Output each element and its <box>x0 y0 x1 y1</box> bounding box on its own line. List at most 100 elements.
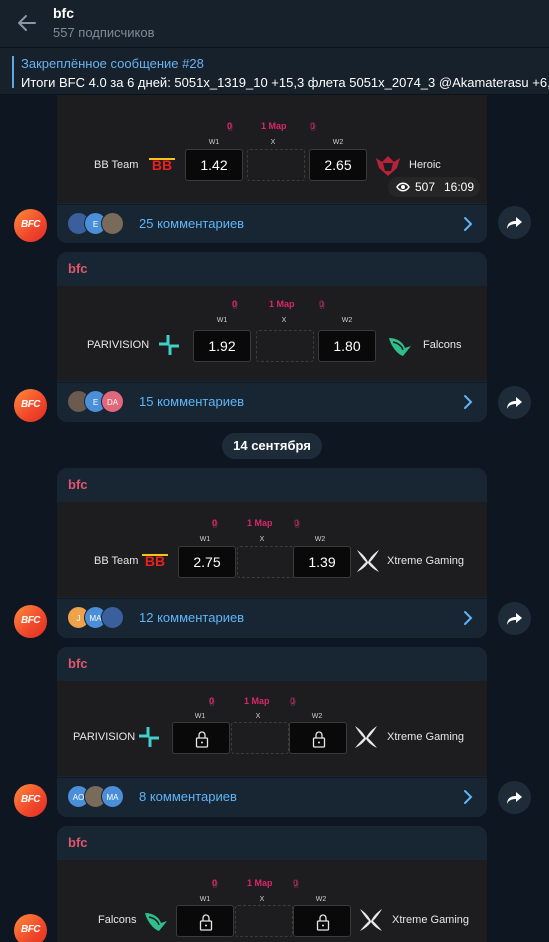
x-label: X <box>259 896 265 903</box>
channel-avatar[interactable]: BFC <box>14 914 47 942</box>
x-label: X <box>270 139 276 146</box>
comments-bar[interactable]: E 25 комментариев <box>57 204 487 242</box>
post-author[interactable]: bfc <box>68 477 88 492</box>
comments-count: 15 комментариев <box>139 394 245 409</box>
odds-w2-button[interactable]: 1.39 <box>293 546 351 578</box>
odds-x-button[interactable] <box>237 546 295 578</box>
w2-label: W2 <box>314 536 326 543</box>
odds-w2-button-locked[interactable] <box>293 905 351 937</box>
share-icon <box>507 613 522 625</box>
w1-label: W1 <box>216 317 228 324</box>
forward-button[interactable] <box>498 602 531 635</box>
team1-name: BB Team <box>94 159 139 171</box>
odds-w1-button-locked[interactable] <box>172 722 230 754</box>
subscriber-count: 557 подписчиков <box>53 25 155 40</box>
comments-bar[interactable]: J MA 12 комментариев <box>57 598 487 636</box>
commenter-avatar <box>101 212 124 235</box>
post-author[interactable]: bfc <box>68 656 88 671</box>
match-score-header: () 0 1 Map 0 () <box>212 878 299 888</box>
post-author[interactable]: bfc <box>68 261 88 276</box>
map-label: 1 Map <box>269 299 295 309</box>
channel-title[interactable]: bfc <box>53 5 74 21</box>
chevron-right-icon <box>464 790 473 804</box>
commenter-avatar: MA <box>101 785 124 808</box>
comments-bar[interactable]: E DA 15 комментариев <box>57 382 487 420</box>
share-icon <box>507 217 522 229</box>
map-label: 1 Map <box>261 121 287 131</box>
channel-avatar[interactable]: BFC <box>14 209 47 242</box>
commenter-avatar: DA <box>101 390 124 413</box>
share-icon <box>507 792 522 804</box>
channel-post: bfc () 0 1 Map 0 () W1 X W2 Falcons Xtre… <box>57 826 487 942</box>
lock-icon <box>199 914 213 931</box>
pinned-indicator <box>12 56 14 88</box>
back-arrow-icon[interactable] <box>16 12 38 34</box>
map-label: 1 Map <box>247 518 273 528</box>
w1-label: W1 <box>208 139 220 146</box>
xtreme-gaming-logo-icon <box>357 550 379 572</box>
bb-team-logo-icon: BB <box>149 157 175 173</box>
comments-bar[interactable]: AO MA 8 комментариев <box>57 777 487 815</box>
w2-label: W2 <box>311 713 323 720</box>
score-left: 0 <box>209 696 215 706</box>
post-time: 16:09 <box>444 180 475 194</box>
date-separator: 14 сентября <box>222 433 322 459</box>
channel-post: bfc () 0 1 Map 0 () W1 X W2 BB Team BB 2… <box>57 468 487 638</box>
odds-w2-button-locked[interactable] <box>289 722 347 754</box>
post-author[interactable]: bfc <box>68 835 88 850</box>
match-score-header: () 0 1 Map 0 () <box>232 299 325 309</box>
odds-w1-button[interactable]: 1.92 <box>193 330 251 362</box>
channel-post: bfc () 0 1 Map 0 () W1 X W2 PARIVISION 1… <box>57 252 487 422</box>
odds-w2-button[interactable]: 1.80 <box>318 330 376 362</box>
odds-x-button[interactable] <box>235 905 293 937</box>
forward-button[interactable] <box>498 386 531 419</box>
forward-button[interactable] <box>498 781 531 814</box>
parivision-logo-icon <box>139 727 159 747</box>
team2-name: Falcons <box>423 339 462 351</box>
comments-count: 12 комментариев <box>139 610 245 625</box>
bb-team-logo-icon: BB <box>142 553 168 569</box>
match-card: () 0 1 Map 0 () W1 X W2 Falcons Xtreme G… <box>57 860 487 942</box>
team1-name: Falcons <box>98 914 137 926</box>
team2-name: Heroic <box>409 159 441 171</box>
views-count: 507 <box>415 180 436 194</box>
odds-w1-button[interactable]: 2.75 <box>178 546 236 578</box>
x-label: X <box>255 713 261 720</box>
chevron-right-icon <box>464 395 473 409</box>
xtreme-gaming-logo-icon <box>360 909 382 931</box>
chat-header: bfc 557 подписчиков <box>0 0 549 47</box>
channel-avatar[interactable]: BFC <box>14 605 47 638</box>
score-left: 0 <box>212 518 218 528</box>
w2-label: W2 <box>315 896 327 903</box>
odds-w1-button-locked[interactable] <box>176 905 234 937</box>
chevron-right-icon <box>464 611 473 625</box>
map-label: 1 Map <box>244 696 270 706</box>
heroic-logo-icon <box>376 156 400 176</box>
odds-w1-button[interactable]: 1.42 <box>185 149 243 181</box>
odds-x-button[interactable] <box>247 149 305 181</box>
match-card: () 0 1 Map 0 () W1 X W2 PARIVISION Xtrem… <box>57 681 487 776</box>
map-label: 1 Map <box>247 878 273 888</box>
xtreme-gaming-logo-icon <box>355 726 377 748</box>
w1-label: W1 <box>199 536 211 543</box>
team1-name: PARIVISION <box>87 339 150 351</box>
odds-x-button[interactable] <box>231 722 289 754</box>
forward-button[interactable] <box>498 206 531 239</box>
comments-count: 25 комментариев <box>139 216 245 231</box>
w2-label: W2 <box>332 139 344 146</box>
chevron-right-icon <box>464 217 473 231</box>
odds-w2-button[interactable]: 2.65 <box>309 149 367 181</box>
match-score-header: () 0 1 Map 0 () <box>209 696 296 706</box>
pinned-text: Итоги BFC 4.0 за 6 дней: 5051x_1319_10 +… <box>21 75 549 90</box>
commenter-avatar <box>101 606 124 629</box>
score-left: 0 <box>227 121 233 131</box>
match-card: () 0 1 Map 0 () W1 X W2 BB Team BB 2.75 … <box>57 502 487 597</box>
channel-post: bfc () 0 1 Map 0 () W1 X W2 PARIVISION X… <box>57 647 487 817</box>
falcons-logo-icon <box>145 913 167 931</box>
parivision-logo-icon <box>159 335 179 355</box>
channel-avatar[interactable]: BFC <box>14 784 47 817</box>
channel-avatar[interactable]: BFC <box>14 389 47 422</box>
x-label: X <box>259 536 265 543</box>
odds-x-button[interactable] <box>256 330 314 362</box>
pinned-message-bar[interactable]: Закреплённое сообщение #28 Итоги BFC 4.0… <box>0 47 549 95</box>
